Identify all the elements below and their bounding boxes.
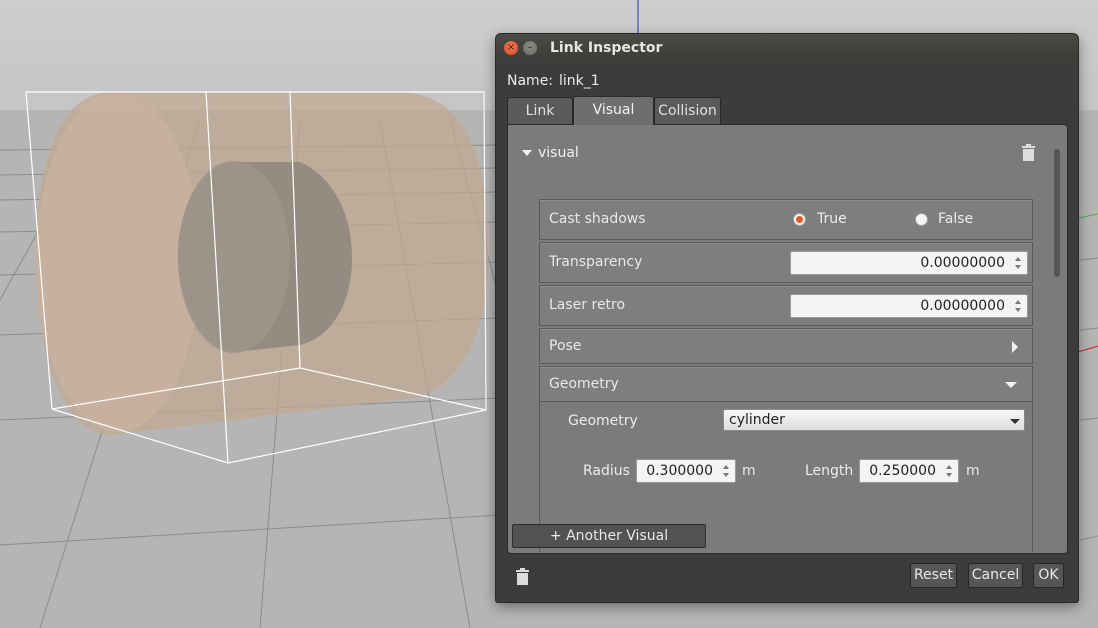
transparency-value: 0.00000000 [920, 255, 1005, 271]
cast-shadows-label: Cast shadows [549, 211, 646, 227]
cylinder-model[interactable] [36, 92, 488, 435]
spin-arrows-icon[interactable] [1014, 254, 1024, 272]
link-inspector-dialog: × – Link Inspector Name: link_1 Link Visu… [496, 34, 1078, 602]
length-spinbox[interactable]: 0.250000 [859, 459, 959, 483]
trash-icon[interactable] [516, 568, 529, 585]
length-unit: m [966, 463, 980, 479]
cast-shadows-true-label[interactable]: True [817, 211, 847, 227]
geometry-type-label: Geometry [568, 413, 638, 429]
cancel-button[interactable]: Cancel [968, 563, 1023, 588]
tab-collision[interactable]: Collision [654, 97, 721, 124]
window-title: Link Inspector [550, 40, 663, 56]
laser-retro-spinbox[interactable]: 0.00000000 [790, 294, 1028, 318]
title-bar[interactable]: × – Link Inspector [496, 34, 1078, 62]
trash-icon[interactable] [1022, 144, 1035, 161]
dropdown-arrow-icon[interactable] [1010, 419, 1020, 424]
scrollbar[interactable] [1054, 149, 1060, 277]
name-label: Name: [507, 73, 554, 89]
laser-retro-row: Laser retro 0.00000000 [539, 285, 1033, 326]
transparency-label: Transparency [549, 254, 643, 270]
cast-shadows-row: Cast shadows True False [539, 199, 1033, 240]
spin-arrows-icon[interactable] [945, 462, 955, 480]
geometry-type-select[interactable]: cylinder [723, 409, 1025, 431]
laser-retro-value: 0.00000000 [920, 298, 1005, 314]
cast-shadows-false-label[interactable]: False [938, 211, 973, 227]
pose-row[interactable]: Pose [539, 328, 1033, 364]
geometry-type-value: cylinder [729, 412, 785, 428]
geometry-row[interactable]: Geometry [539, 366, 1033, 402]
laser-retro-label: Laser retro [549, 297, 626, 313]
radius-label: Radius [583, 463, 630, 479]
cast-shadows-true-radio[interactable] [793, 213, 806, 226]
chevron-down-icon[interactable] [1005, 382, 1017, 388]
transparency-row: Transparency 0.00000000 [539, 242, 1033, 283]
visual-tab-panel: visual Cast shadows True False Transpare… [507, 124, 1068, 554]
ok-button[interactable]: OK [1033, 563, 1064, 588]
radius-spinbox[interactable]: 0.300000 [636, 459, 736, 483]
name-value: link_1 [559, 73, 600, 89]
length-label: Length [805, 463, 854, 479]
length-value: 0.250000 [869, 463, 936, 479]
visual-section-toggle[interactable]: visual [522, 145, 579, 161]
minimize-icon[interactable]: – [523, 41, 537, 55]
reset-button[interactable]: Reset [910, 563, 957, 588]
radius-value: 0.300000 [646, 463, 713, 479]
transparency-spinbox[interactable]: 0.00000000 [790, 251, 1028, 275]
close-icon[interactable]: × [504, 41, 518, 55]
chevron-right-icon[interactable] [1012, 341, 1018, 353]
name-row: Name: link_1 [507, 73, 606, 89]
spin-arrows-icon[interactable] [1014, 297, 1024, 315]
chevron-down-icon [522, 150, 532, 156]
visual-section-label: visual [538, 145, 579, 161]
tab-link[interactable]: Link [507, 97, 573, 124]
tab-visual[interactable]: Visual [573, 96, 654, 125]
add-visual-button[interactable]: + Another Visual [512, 524, 706, 548]
cast-shadows-false-radio[interactable] [915, 213, 928, 226]
radius-unit: m [742, 463, 756, 479]
geometry-header-label: Geometry [549, 376, 619, 392]
pose-label: Pose [549, 338, 582, 354]
spin-arrows-icon[interactable] [722, 462, 732, 480]
